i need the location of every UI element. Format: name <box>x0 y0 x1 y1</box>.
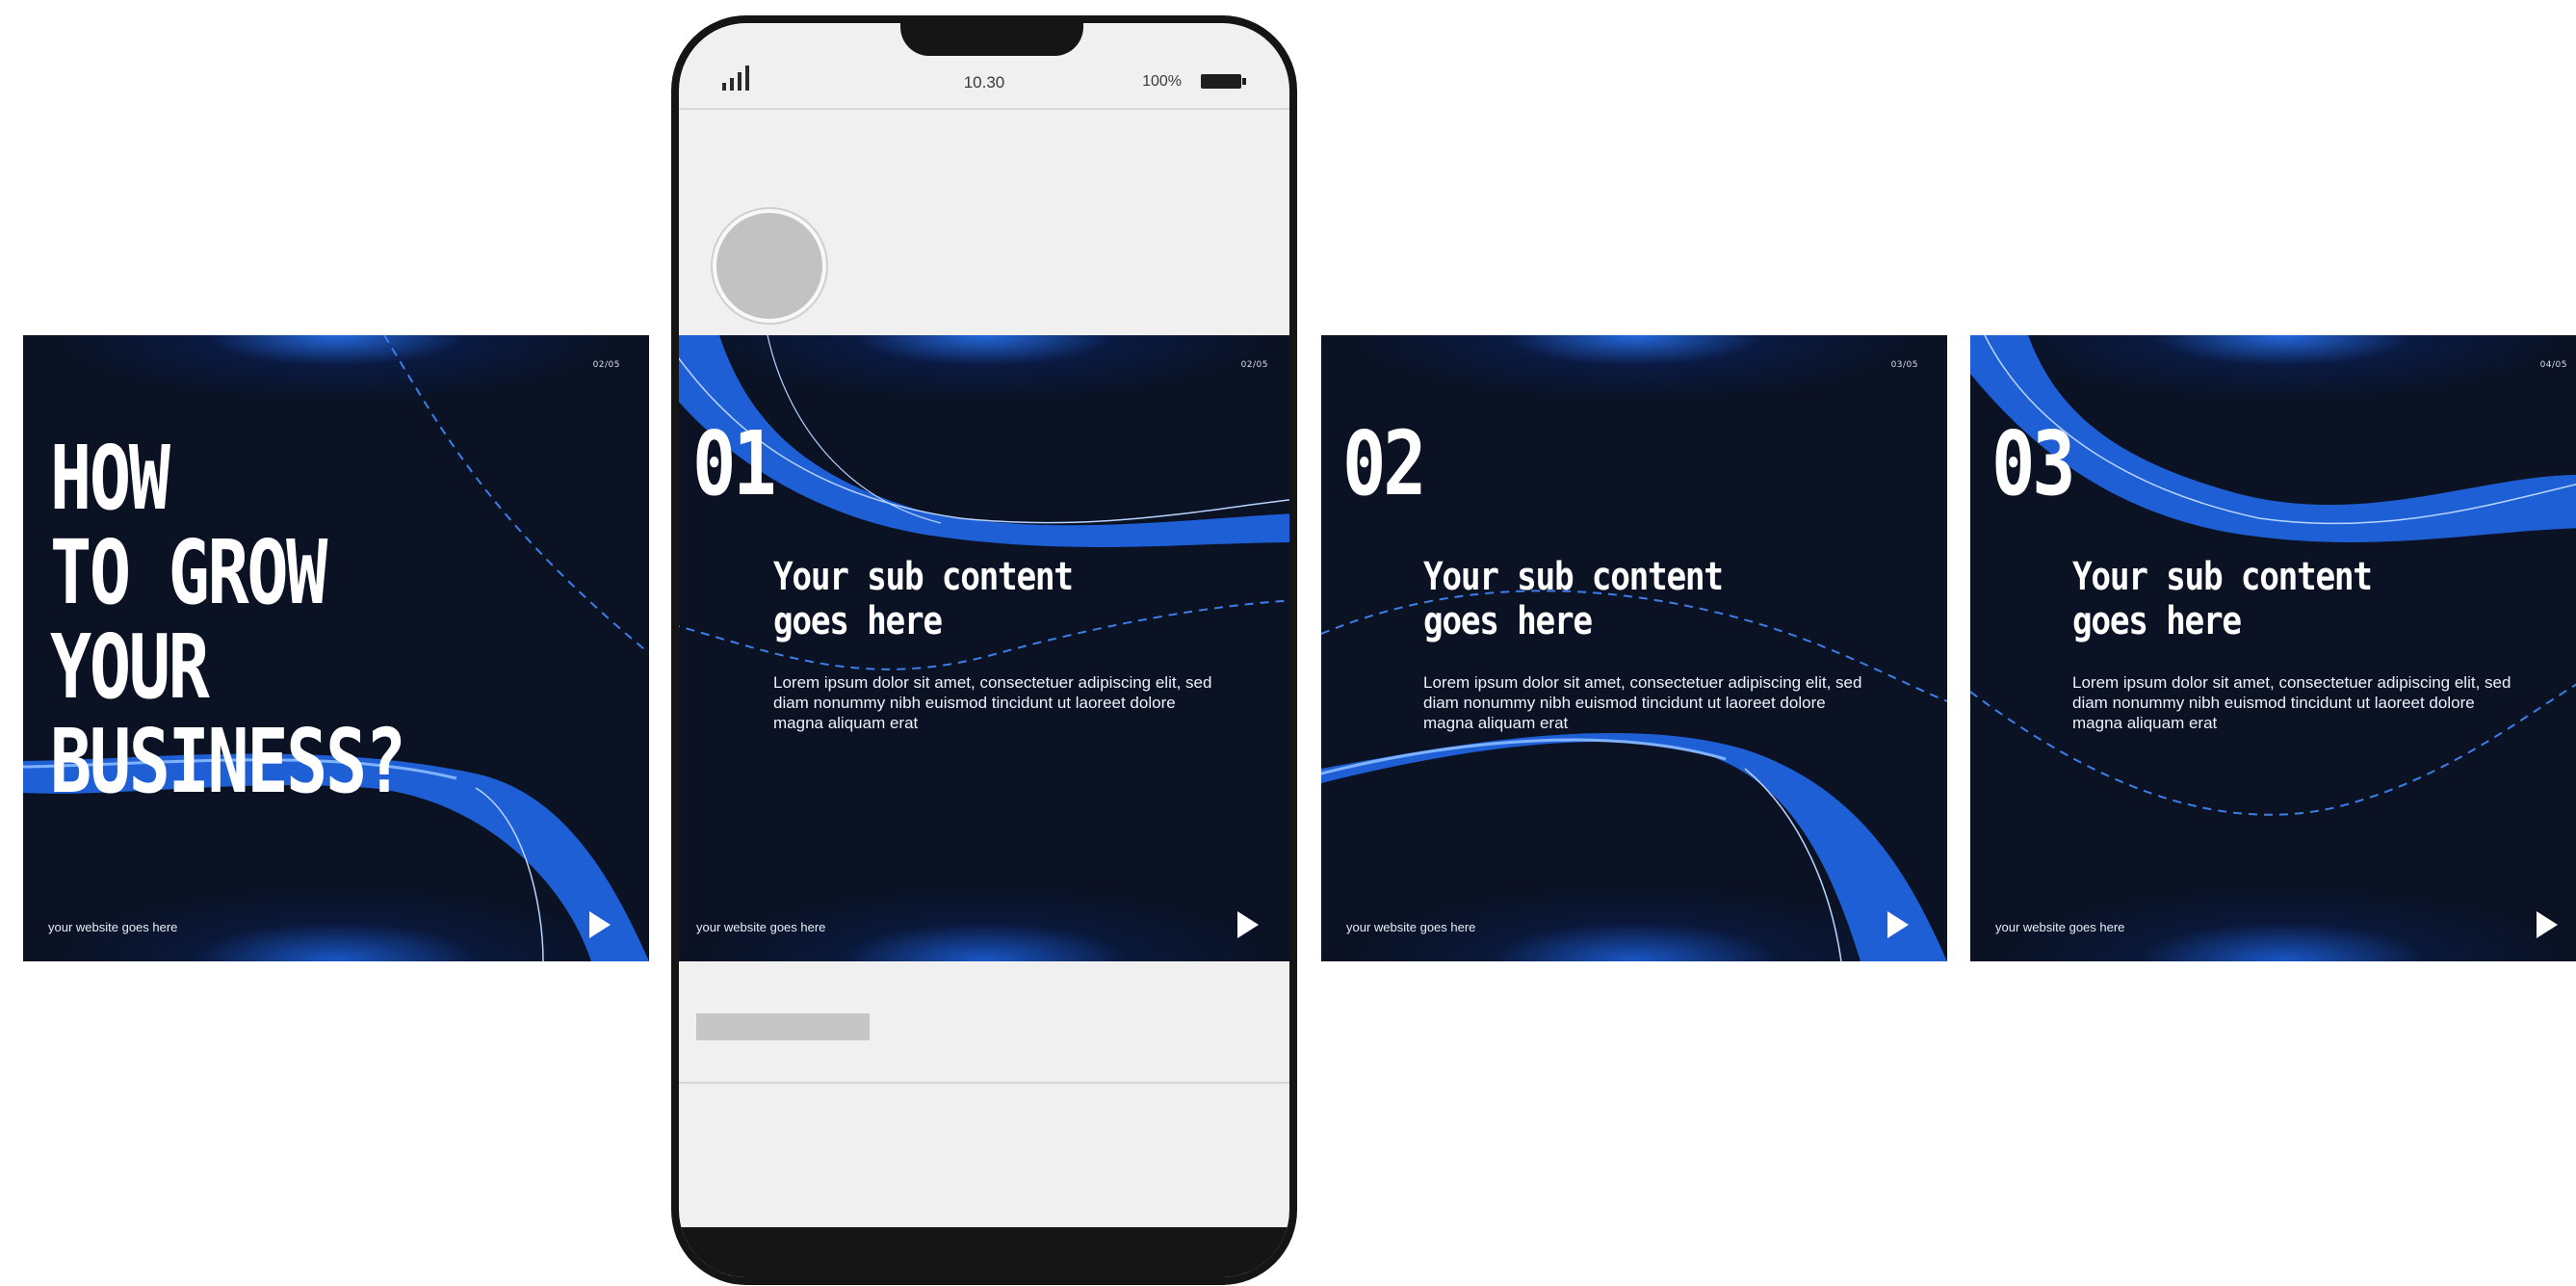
phone-notch <box>900 23 1083 56</box>
slide-01[interactable]: 02/05 01 Your sub content goes here Lore… <box>679 335 1289 961</box>
slide-number: 01 <box>692 412 777 515</box>
slide-body: Lorem ipsum dolor sit amet, consectetuer… <box>2072 673 2511 732</box>
website-text: your website goes here <box>1346 920 1476 934</box>
website-text: your website goes here <box>1995 920 2125 934</box>
battery-icon <box>1201 74 1246 89</box>
slide-02[interactable]: 03/05 02 Your sub content goes here Lore… <box>1321 335 1947 961</box>
caption-placeholder <box>696 1013 870 1040</box>
page-number: 02/05 <box>592 360 620 370</box>
phone-bottom-bar <box>679 1227 1289 1277</box>
page-number: 04/05 <box>2539 360 2567 370</box>
status-time: 10.30 <box>963 73 1005 92</box>
slide-number: 03 <box>1991 412 2076 515</box>
slide-03[interactable]: 04/05 03 Your sub content goes here Lore… <box>1970 335 2576 961</box>
play-icon[interactable] <box>589 911 611 938</box>
slide-body: Lorem ipsum dolor sit amet, consectetuer… <box>1423 673 1862 732</box>
page-number: 02/05 <box>1240 360 1268 370</box>
website-text: your website goes here <box>48 920 178 934</box>
avatar[interactable] <box>713 209 826 323</box>
slide-headline: HOW TO GROW YOUR BUSINESS? <box>50 427 406 813</box>
slide-body: Lorem ipsum dolor sit amet, consectetuer… <box>773 673 1212 732</box>
slide-subtitle: Your sub content goes here <box>773 555 1074 643</box>
play-icon[interactable] <box>1237 911 1259 938</box>
divider <box>679 1082 1289 1084</box>
carousel-mockup: 02/05 HOW TO GROW YOUR BUSINESS? your we… <box>0 0 2576 1286</box>
phone-mockup: 10.30 100% 02/05 01 Your sub content goe… <box>671 15 1297 1285</box>
page-number: 03/05 <box>1890 360 1918 370</box>
play-icon[interactable] <box>1887 911 1909 938</box>
battery-percent: 100% <box>1142 73 1182 90</box>
slide-subtitle: Your sub content goes here <box>2072 555 2373 643</box>
website-text: your website goes here <box>696 920 826 934</box>
slide-number: 02 <box>1342 412 1427 515</box>
play-icon[interactable] <box>2537 911 2558 938</box>
slide-subtitle: Your sub content goes here <box>1423 555 1724 643</box>
slide-title[interactable]: 02/05 HOW TO GROW YOUR BUSINESS? your we… <box>23 335 649 961</box>
